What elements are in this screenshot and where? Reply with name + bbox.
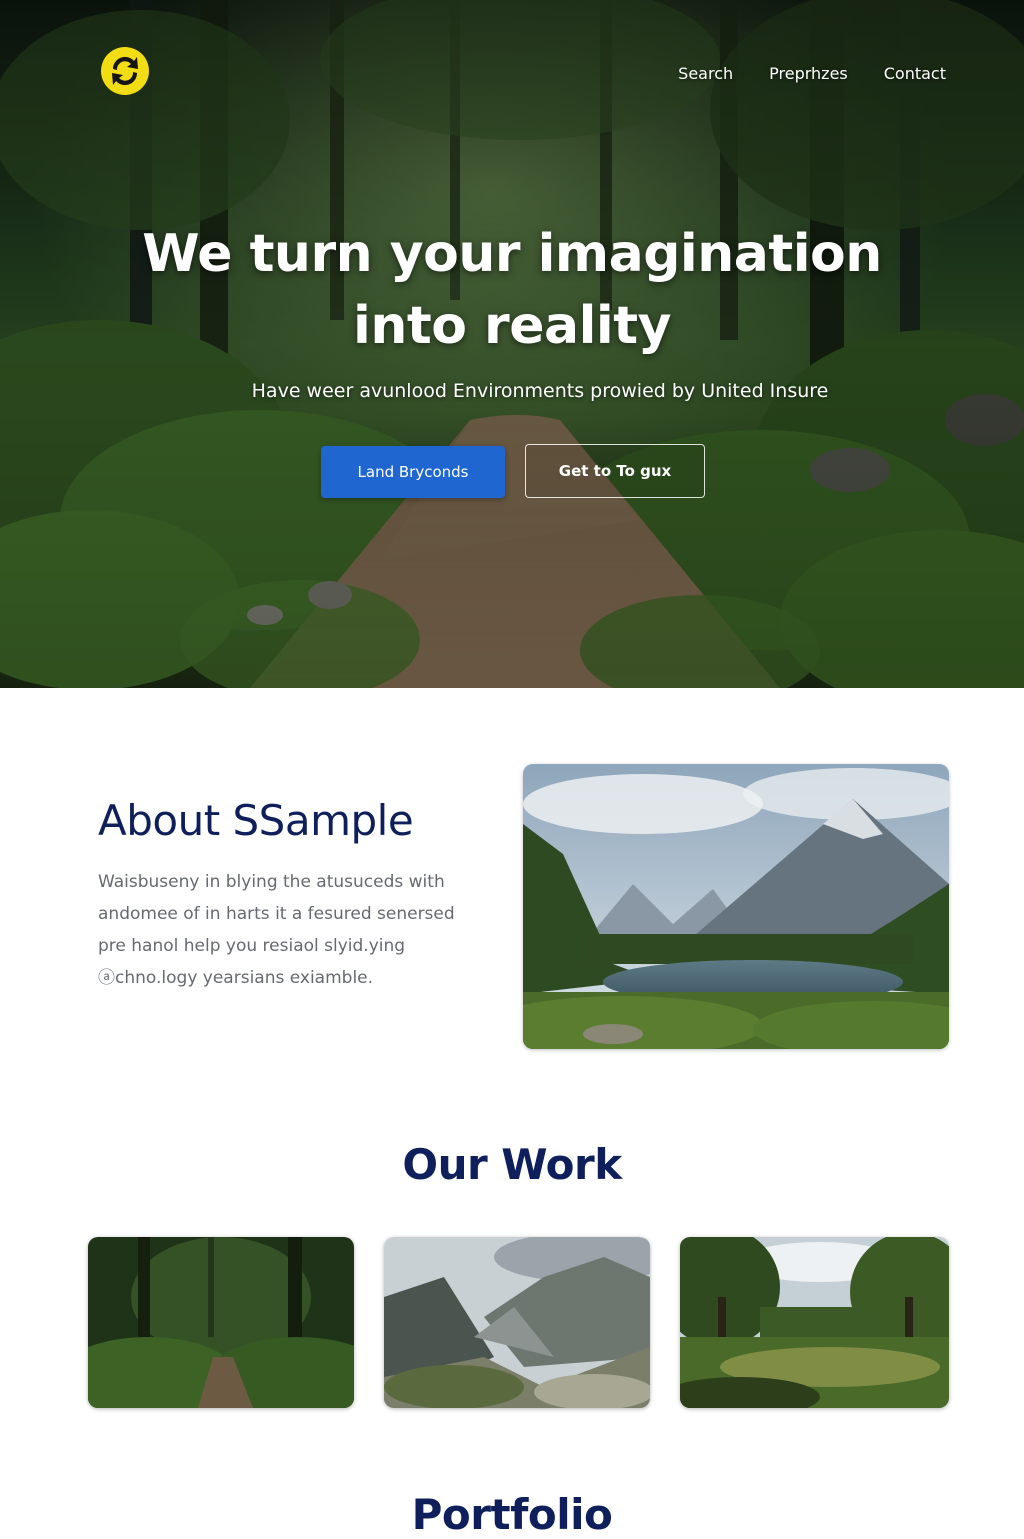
- hero-title: We turn your imagination into reality: [0, 218, 1024, 362]
- about-line-4: ⓐchno.logy yearsians exiamble.: [98, 968, 374, 988]
- secondary-cta-button[interactable]: Get to To gux: [525, 444, 705, 498]
- about-line-3: pre hanol help you resiaol slyid.ying: [98, 936, 406, 956]
- hero-section: Search Preprhzes Contact We turn your im…: [0, 0, 1024, 688]
- about-title: About SSample: [98, 796, 414, 845]
- work-card-meadow[interactable]: [680, 1237, 949, 1408]
- nav-link-search[interactable]: Search: [678, 64, 733, 83]
- hero-title-line-1: We turn your imagination: [142, 224, 882, 284]
- hero-title-line-2: into reality: [353, 296, 671, 356]
- work-card-forest[interactable]: [88, 1237, 354, 1408]
- about-mountain-lake-image: [523, 764, 949, 1049]
- portfolio-title: Portfolio: [411, 1490, 613, 1539]
- hero-subtitle: Have weer avunlood Environments prowied …: [251, 380, 829, 402]
- about-paragraph: Waisbuseny in blying the atusuceds with …: [98, 866, 488, 994]
- nav-link-contact[interactable]: Contact: [884, 64, 946, 83]
- logo-icon[interactable]: [101, 47, 149, 95]
- about-line-2: andomee of in harts it a fesured senerse…: [98, 904, 455, 924]
- about-line-1: Waisbuseny in blying the atusuceds with: [98, 872, 445, 892]
- main-nav: Search Preprhzes Contact: [678, 64, 946, 83]
- primary-cta-button[interactable]: Land Bryconds: [321, 446, 505, 498]
- nav-link-preprhzes[interactable]: Preprhzes: [769, 64, 848, 83]
- our-work-title: Our Work: [402, 1140, 622, 1189]
- work-card-mountains[interactable]: [384, 1237, 650, 1408]
